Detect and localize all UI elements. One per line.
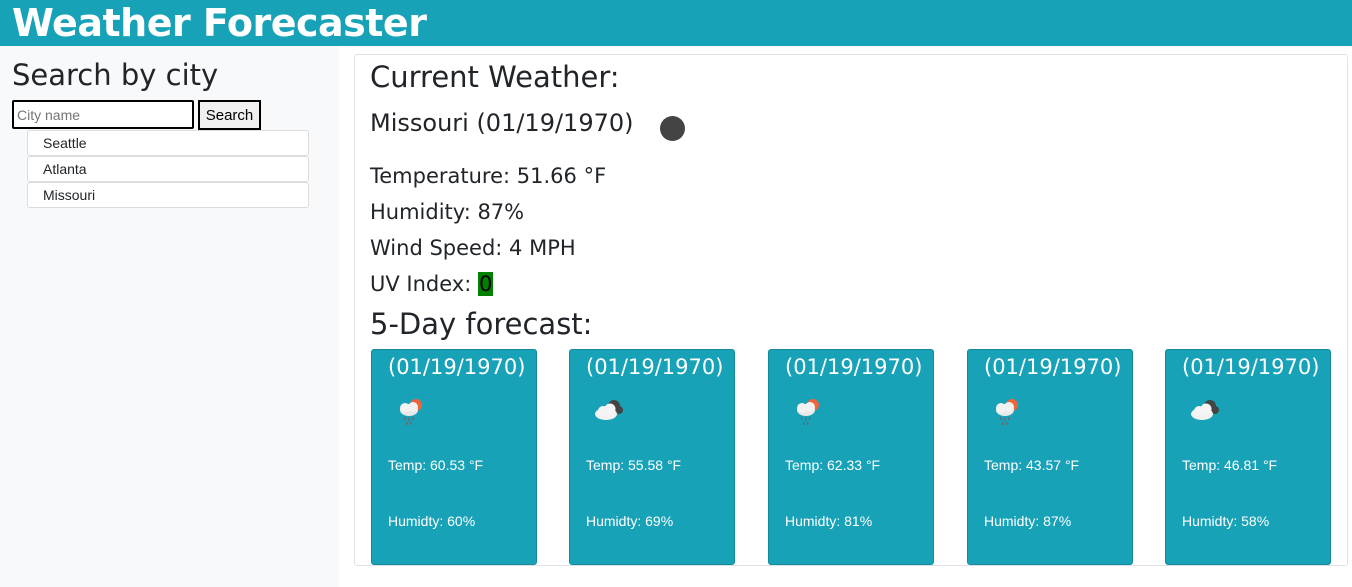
wind-speed-text: Wind Speed: 4 MPH <box>370 236 576 260</box>
city-date-title: Missouri (01/19/1970) <box>370 109 634 137</box>
cloudy-icon <box>1191 400 1219 420</box>
forecast-card: (01/19/1970) Temp: 55.58 °F Humidty: 69% <box>569 349 735 565</box>
temperature-text: Temperature: 51.66 °F <box>370 164 607 188</box>
forecast-temp: Temp: 62.33 °F <box>785 457 881 473</box>
forecast-humidity: Humidty: 60% <box>388 513 476 529</box>
search-button[interactable]: Search <box>198 100 261 130</box>
forecast-card: (01/19/1970) Temp: 46.81 °F Humidty: 58% <box>1165 349 1331 565</box>
forecast-temp: Temp: 43.57 °F <box>984 457 1080 473</box>
uv-index-row: UV Index: 0 <box>370 269 494 299</box>
forecast-humidity: Humidty: 69% <box>586 513 674 529</box>
weather-panel: Current Weather: Missouri (01/19/1970) T… <box>354 54 1348 566</box>
sidebar: Search by city Search Seattle Atlanta Mi… <box>0 46 339 587</box>
dark-circle-icon <box>660 116 685 141</box>
search-history-list: Seattle Atlanta Missouri <box>27 130 309 208</box>
forecast-humidity: Humidty: 58% <box>1182 513 1270 529</box>
forecast-card: (01/19/1970) Temp: 43.57 °F Humidty: 87% <box>967 349 1133 565</box>
uv-index-badge: 0 <box>477 272 494 296</box>
forecast-cards: (01/19/1970) Temp: 60.53 °F Humidty: 60%… <box>371 349 1331 565</box>
search-heading: Search by city <box>12 58 219 92</box>
app-title: Weather Forecaster <box>12 1 427 45</box>
rain-sun-cloud-icon <box>797 399 819 425</box>
history-item-missouri[interactable]: Missouri <box>27 182 309 208</box>
forecast-temp: Temp: 46.81 °F <box>1182 457 1278 473</box>
forecast-date: (01/19/1970) <box>586 355 724 379</box>
forecast-humidity: Humidty: 87% <box>984 513 1072 529</box>
city-search-input[interactable] <box>12 100 194 129</box>
forecast-card: (01/19/1970) Temp: 62.33 °F Humidty: 81% <box>768 349 934 565</box>
app-header: Weather Forecaster <box>0 0 1352 46</box>
forecast-date: (01/19/1970) <box>388 355 526 379</box>
history-item-seattle[interactable]: Seattle <box>27 130 309 156</box>
rain-sun-cloud-icon <box>996 399 1018 425</box>
forecast-date: (01/19/1970) <box>785 355 923 379</box>
history-item-atlanta[interactable]: Atlanta <box>27 156 309 182</box>
forecast-temp: Temp: 55.58 °F <box>586 457 682 473</box>
forecast-card: (01/19/1970) Temp: 60.53 °F Humidty: 60% <box>371 349 537 565</box>
uv-index-label: UV Index: <box>370 272 478 296</box>
rain-sun-cloud-icon <box>400 399 422 425</box>
humidity-text: Humidity: 87% <box>370 200 525 224</box>
current-weather-heading: Current Weather: <box>370 60 620 94</box>
cloudy-icon <box>595 400 623 420</box>
forecast-heading: 5-Day forecast: <box>370 307 593 341</box>
forecast-date: (01/19/1970) <box>984 355 1122 379</box>
forecast-temp: Temp: 60.53 °F <box>388 457 484 473</box>
forecast-humidity: Humidty: 81% <box>785 513 873 529</box>
forecast-date: (01/19/1970) <box>1182 355 1320 379</box>
